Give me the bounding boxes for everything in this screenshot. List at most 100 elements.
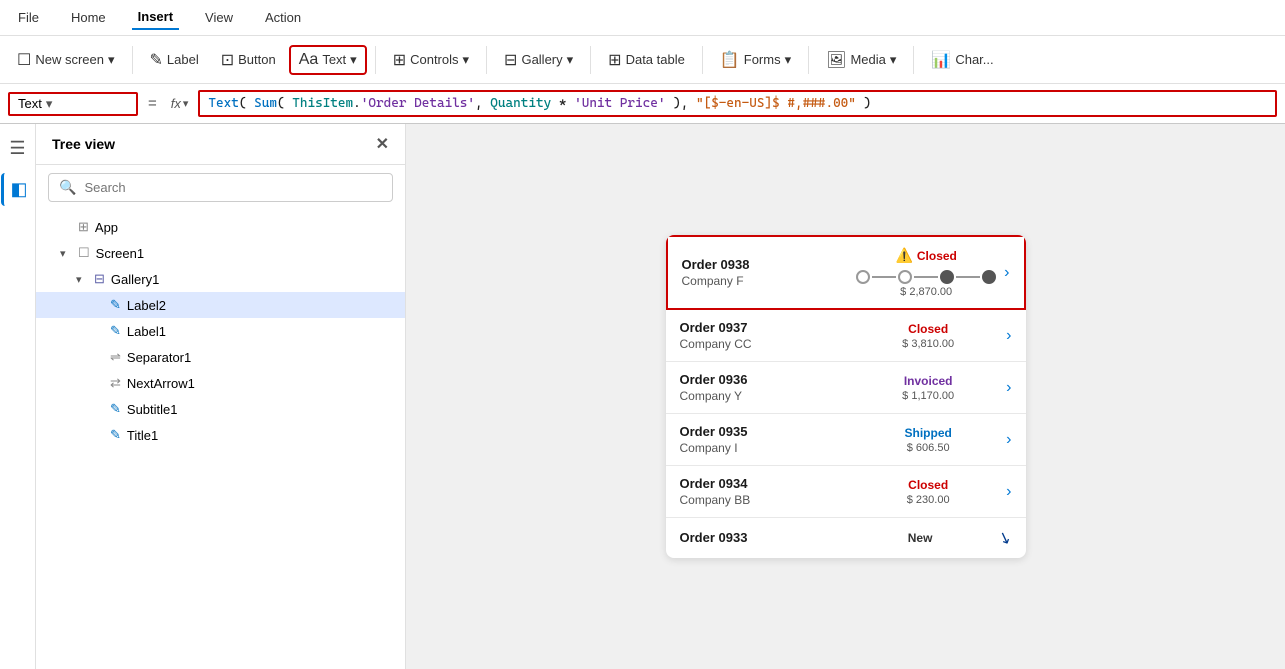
screen-icon: ☐ xyxy=(78,245,90,261)
tree-label-label1: Label1 xyxy=(127,324,166,339)
row-left-6: Order 0933 xyxy=(680,530,851,547)
tree-item-app[interactable]: ⊞ App xyxy=(36,214,405,240)
row-status-4: Shipped xyxy=(905,426,952,440)
chevron-down-icon-media: ▾ xyxy=(890,52,897,68)
tree-label-nextarrow1: NextArrow1 xyxy=(127,376,195,391)
menu-file[interactable]: File xyxy=(12,6,45,29)
gallery-row-6[interactable]: Order 0933 New ↘ xyxy=(666,518,1026,558)
new-screen-button[interactable]: ☐ New screen ▾ xyxy=(8,45,124,75)
main-layout: ☰ ◧ Tree view ✕ 🔍 ⊞ App ▾ ☐ Screen1 xyxy=(0,124,1285,669)
formula-name-box[interactable]: Text ▾ xyxy=(8,92,138,116)
tree-item-label2[interactable]: ✎ Label2 xyxy=(36,292,405,318)
formula-fx-button[interactable]: fx ▾ xyxy=(167,96,193,111)
row-arrow-1[interactable]: › xyxy=(1004,264,1009,282)
subtitle1-icon: ✎ xyxy=(110,401,121,417)
gallery-icon: ⊟ xyxy=(504,50,517,70)
chevron-down-icon: ▾ xyxy=(108,52,115,68)
title1-icon: ✎ xyxy=(110,427,121,443)
gallery-row-3[interactable]: Order 0936 Company Y Invoiced $ 1,170.00… xyxy=(666,362,1026,414)
row-left-5: Order 0934 Company BB xyxy=(680,476,859,507)
menu-home[interactable]: Home xyxy=(65,6,112,29)
tree-label-separator1: Separator1 xyxy=(127,350,191,365)
toolbar-divider-1 xyxy=(132,46,133,74)
row-price-5: $ 230.00 xyxy=(907,494,950,506)
tree-item-separator1[interactable]: ⇌ Separator1 xyxy=(36,344,405,370)
menu-insert[interactable]: Insert xyxy=(132,5,179,30)
controls-button[interactable]: ⊞ Controls ▾ xyxy=(384,45,478,75)
gallery-row-4[interactable]: Order 0935 Company I Shipped $ 606.50 › xyxy=(666,414,1026,466)
row-company-5: Company BB xyxy=(680,493,859,507)
gallery-row-5[interactable]: Order 0934 Company BB Closed $ 230.00 › xyxy=(666,466,1026,518)
label-button[interactable]: ✎ Label xyxy=(141,45,208,75)
chevron-down-icon-fx[interactable]: ▾ xyxy=(183,97,189,110)
tree-item-nextarrow1[interactable]: ⇄ NextArrow1 xyxy=(36,370,405,396)
gallery-card: Order 0938 Company F ⚠️ Closed xyxy=(666,235,1026,558)
forms-icon: 📋 xyxy=(720,50,740,70)
row-arrow-3[interactable]: › xyxy=(1006,379,1011,397)
row-center-3: Invoiced $ 1,170.00 xyxy=(858,374,998,402)
layers-icon[interactable]: ◧ xyxy=(1,173,33,206)
toolbar-divider-2 xyxy=(375,46,376,74)
tree-label-app: App xyxy=(95,220,118,235)
menu-view[interactable]: View xyxy=(199,6,239,29)
row-order-3: Order 0936 xyxy=(680,372,859,387)
chart-icon: 📊 xyxy=(931,50,951,70)
tree-item-gallery1[interactable]: ▾ ⊟ Gallery1 xyxy=(36,266,405,292)
formula-input[interactable]: Text( Sum( ThisItem.'Order Details', Qua… xyxy=(198,90,1277,117)
new-screen-icon: ☐ xyxy=(17,50,31,70)
data-table-icon: ⊞ xyxy=(608,50,621,70)
tree-item-label1[interactable]: ✎ Label1 xyxy=(36,318,405,344)
tree-item-subtitle1[interactable]: ✎ Subtitle1 xyxy=(36,396,405,422)
chevron-down-icon-gallery: ▾ xyxy=(567,52,574,68)
tree-item-title1[interactable]: ✎ Title1 xyxy=(36,422,405,448)
controls-icon: ⊞ xyxy=(393,50,406,70)
tree-search-box[interactable]: 🔍 xyxy=(48,173,393,202)
label1-icon: ✎ xyxy=(110,323,121,339)
tree-content: ⊞ App ▾ ☐ Screen1 ▾ ⊟ Gallery1 ✎ Label2 xyxy=(36,210,405,669)
toolbar-divider-5 xyxy=(702,46,703,74)
chevron-down-icon-forms: ▾ xyxy=(785,52,792,68)
forms-button[interactable]: 📋 Forms ▾ xyxy=(711,45,800,75)
gallery-row-2[interactable]: Order 0937 Company CC Closed $ 3,810.00 … xyxy=(666,310,1026,362)
pipeline-line-2 xyxy=(914,276,938,278)
menu-action[interactable]: Action xyxy=(259,6,307,29)
search-input[interactable] xyxy=(84,180,382,195)
row-arrow-2[interactable]: › xyxy=(1006,327,1011,345)
tree-item-screen1[interactable]: ▾ ☐ Screen1 xyxy=(36,240,405,266)
canvas-area: Order 0938 Company F ⚠️ Closed xyxy=(406,124,1285,669)
row-company-2: Company CC xyxy=(680,337,859,351)
row-order-5: Order 0934 xyxy=(680,476,859,491)
gallery-button[interactable]: ⊟ Gallery ▾ xyxy=(495,45,582,75)
tree-label-screen1: Screen1 xyxy=(96,246,144,261)
text-button[interactable]: Aa Text ▾ xyxy=(289,45,367,75)
row-company-4: Company I xyxy=(680,441,859,455)
menu-bar: File Home Insert View Action xyxy=(0,0,1285,36)
media-button[interactable]: 🖼 Media ▾ xyxy=(817,45,905,75)
tree-panel: Tree view ✕ 🔍 ⊞ App ▾ ☐ Screen1 ▾ ⊟ xyxy=(36,124,406,669)
button-button[interactable]: ⊡ Button xyxy=(212,45,285,75)
expand-icon-gallery1: ▾ xyxy=(76,273,88,286)
toolbar: ☐ New screen ▾ ✎ Label ⊡ Button Aa Text … xyxy=(0,36,1285,84)
nextarrow-icon: ⇄ xyxy=(110,375,121,391)
hamburger-icon[interactable]: ☰ xyxy=(3,132,31,165)
row-arrow-4[interactable]: › xyxy=(1006,431,1011,449)
chevron-down-icon-formula[interactable]: ▾ xyxy=(46,96,53,112)
gallery-row-1[interactable]: Order 0938 Company F ⚠️ Closed xyxy=(666,235,1026,310)
data-table-button[interactable]: ⊞ Data table xyxy=(599,45,694,75)
chart-button[interactable]: 📊 Char... xyxy=(922,45,1002,75)
tree-label-title1: Title1 xyxy=(127,428,158,443)
row-center-4: Shipped $ 606.50 xyxy=(858,426,998,454)
toolbar-divider-6 xyxy=(808,46,809,74)
pipeline-line-3 xyxy=(956,276,980,278)
separator-icon: ⇌ xyxy=(110,349,121,365)
chevron-down-icon-controls: ▾ xyxy=(463,52,470,68)
tree-label-subtitle1: Subtitle1 xyxy=(127,402,178,417)
tree-label-gallery1: Gallery1 xyxy=(111,272,159,287)
row-arrow-6[interactable]: ↘ xyxy=(995,526,1014,549)
tree-close-button[interactable]: ✕ xyxy=(376,134,389,154)
formula-text-fn: Text xyxy=(208,96,238,111)
toolbar-divider-3 xyxy=(486,46,487,74)
row-price-3: $ 1,170.00 xyxy=(902,390,954,402)
row-arrow-5[interactable]: › xyxy=(1006,483,1011,501)
row-status-3: Invoiced xyxy=(904,374,953,388)
